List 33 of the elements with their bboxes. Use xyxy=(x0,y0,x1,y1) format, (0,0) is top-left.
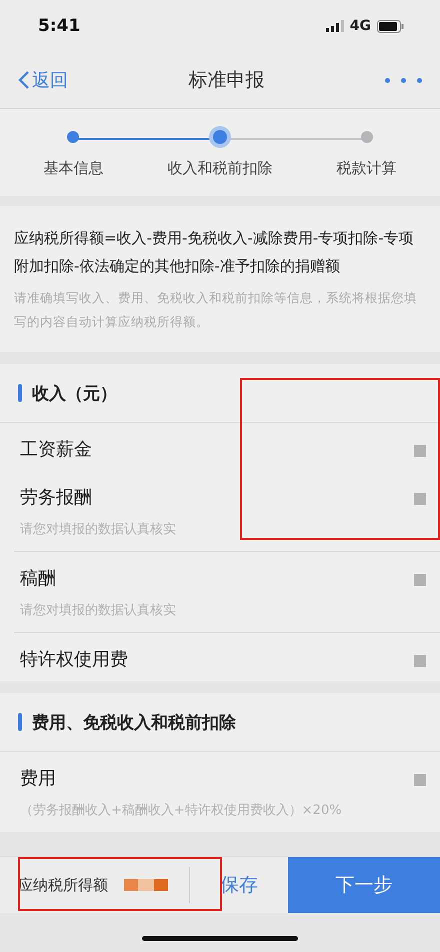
income-label: 劳务报酬 xyxy=(20,486,93,509)
blurred-value xyxy=(414,493,426,505)
signal-icon xyxy=(326,20,344,32)
next-button[interactable]: 下一步 xyxy=(288,857,440,913)
step-label: 收入和税前扣除 xyxy=(167,159,272,178)
income-label: 稿酬 xyxy=(20,567,57,590)
section-bar xyxy=(18,384,22,402)
status-time: 5:41 xyxy=(38,16,80,36)
hint-text: 请准确填写收入、费用、免税收入和税前扣除等信息，系统将根据您填写的内容自动计算应纳税所得额。 xyxy=(13,289,418,331)
section-bar xyxy=(18,713,22,731)
blurred-value xyxy=(414,774,426,786)
blurred-value xyxy=(414,655,426,667)
section-title: 费用、免税收入和税前扣除 xyxy=(32,712,236,734)
formula-text: 应纳税所得额=收入-费用-免税收入-减除费用-专项扣除-专项附加扣除-依法确定的其他扣除-准予扣除的捐赠额 xyxy=(13,228,415,277)
save-button[interactable]: 保存 xyxy=(190,857,288,913)
row-note: 请您对填报的数据认真核实 xyxy=(20,521,176,539)
income-label: 费用 xyxy=(20,767,57,790)
back-button[interactable]: 返回 xyxy=(18,68,68,92)
step-label: 税款计算 xyxy=(336,159,397,178)
page-title: 标准申报 xyxy=(188,68,264,93)
network-label: 4G xyxy=(350,18,371,34)
blurred-value xyxy=(414,574,426,586)
pixelated-value xyxy=(124,879,168,891)
income-label: 特许权使用费 xyxy=(20,648,128,671)
section-title: 收入（元） xyxy=(32,382,117,404)
chevron-left-icon xyxy=(18,70,30,90)
row-note: 请您对填报的数据认真核实 xyxy=(20,602,176,620)
battery-icon xyxy=(377,20,404,32)
blurred-value xyxy=(414,445,426,457)
income-label: 工资薪金 xyxy=(20,438,92,461)
step-label: 基本信息 xyxy=(43,159,104,178)
more-icon[interactable] xyxy=(385,78,422,82)
row-note: （劳务报酬收入+稿酬收入+特许权使用费收入）×20% xyxy=(20,802,342,820)
